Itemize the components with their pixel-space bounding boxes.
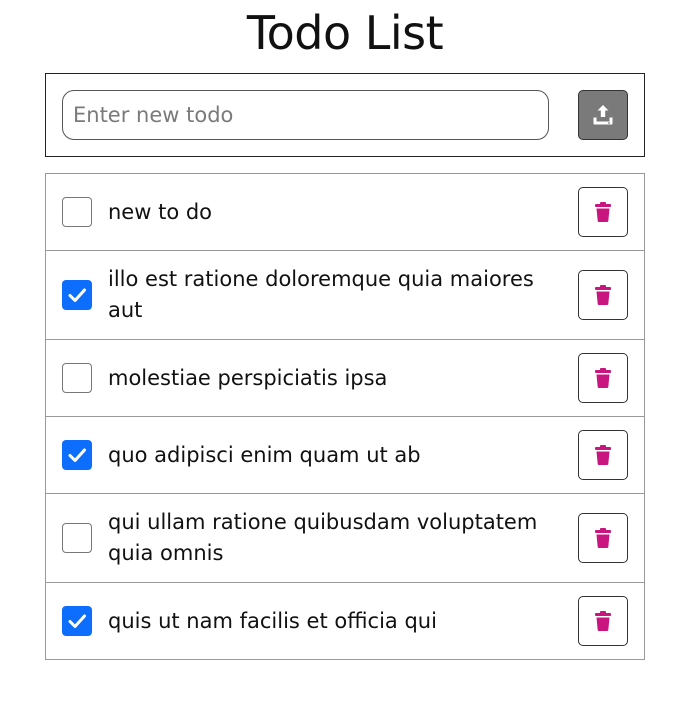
delete-todo-button[interactable]	[578, 430, 628, 480]
trash-icon	[595, 445, 611, 465]
todo-checkbox[interactable]	[62, 280, 92, 310]
new-todo-input[interactable]	[62, 90, 549, 140]
upload-icon	[593, 105, 613, 125]
todo-item: quo adipisci enim quam ut ab	[46, 416, 644, 493]
todo-text: molestiae perspiciatis ipsa	[108, 365, 388, 390]
todo-item: quis ut nam facilis et officia qui	[46, 582, 644, 659]
todo-checkbox[interactable]	[62, 523, 92, 553]
todo-checkbox[interactable]	[62, 197, 92, 227]
check-icon	[68, 448, 86, 462]
todo-item: qui ullam ratione quibusdam voluptatem q…	[46, 493, 644, 582]
todo-item: illo est ratione doloremque quia maiores…	[46, 250, 644, 339]
todo-checkbox[interactable]	[62, 363, 92, 393]
delete-todo-button[interactable]	[578, 596, 628, 646]
delete-todo-button[interactable]	[578, 187, 628, 237]
todo-text: quis ut nam facilis et officia qui	[108, 608, 437, 633]
check-icon	[68, 614, 86, 628]
trash-icon	[595, 528, 611, 548]
page-title: Todo List	[246, 6, 444, 60]
todo-list: new to do illo est ratione doloremque qu…	[45, 173, 645, 660]
todo-item: new to do	[46, 174, 644, 250]
todo-text: new to do	[108, 199, 213, 224]
trash-icon	[595, 285, 611, 305]
trash-icon	[595, 368, 611, 388]
check-icon	[68, 288, 86, 302]
delete-todo-button[interactable]	[578, 353, 628, 403]
trash-icon	[595, 611, 611, 631]
todo-text: illo est ratione doloremque quia maiores…	[108, 267, 534, 322]
todo-checkbox[interactable]	[62, 440, 92, 470]
todo-checkbox[interactable]	[62, 606, 92, 636]
delete-todo-button[interactable]	[578, 513, 628, 563]
todo-text: quo adipisci enim quam ut ab	[108, 442, 421, 467]
delete-todo-button[interactable]	[578, 270, 628, 320]
add-todo-button[interactable]	[578, 90, 628, 140]
add-todo-form	[45, 73, 645, 157]
todo-text: qui ullam ratione quibusdam voluptatem q…	[108, 510, 538, 565]
todo-item: molestiae perspiciatis ipsa	[46, 339, 644, 416]
trash-icon	[595, 202, 611, 222]
